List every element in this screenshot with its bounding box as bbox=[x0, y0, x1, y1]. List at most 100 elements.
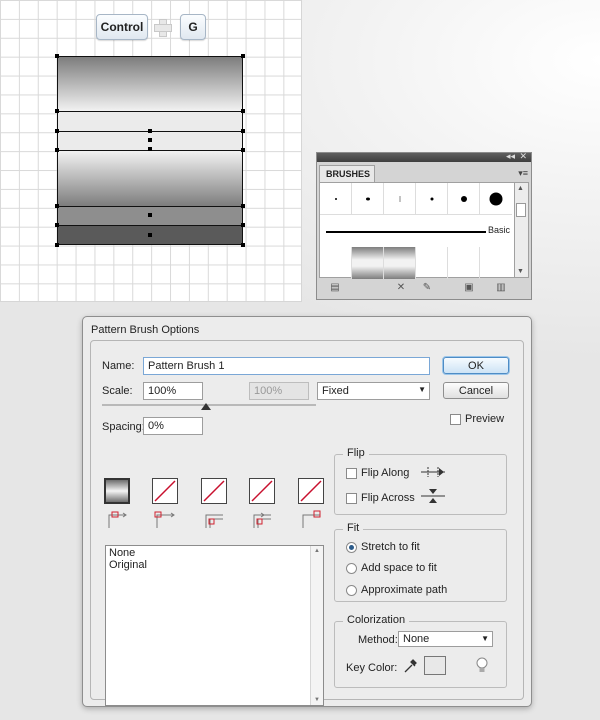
scale-input[interactable]: 100% bbox=[143, 382, 203, 400]
end-tile-icon bbox=[302, 510, 321, 528]
dialog-content: Name: Pattern Brush 1 OK Cancel Scale: 1… bbox=[90, 340, 524, 706]
center-point[interactable] bbox=[148, 129, 152, 133]
pattern-brush-swatch[interactable] bbox=[384, 247, 416, 279]
brush-swatch[interactable] bbox=[448, 183, 480, 215]
brush-swatch[interactable] bbox=[352, 183, 384, 215]
scale-mode-select[interactable]: Fixed ▼ bbox=[317, 382, 430, 400]
brush-libraries-icon[interactable]: ▤ bbox=[329, 282, 341, 293]
tile-pattern-list[interactable]: None Original ▲ ▼ bbox=[105, 545, 324, 706]
brush-swatch[interactable] bbox=[416, 247, 448, 279]
add-space-to-fit-radio[interactable] bbox=[346, 563, 357, 574]
collapse-icon[interactable]: ◂◂ bbox=[506, 151, 515, 162]
preview-label: Preview bbox=[465, 413, 505, 425]
center-point[interactable] bbox=[148, 147, 152, 151]
inner-corner-tile-icon bbox=[205, 514, 223, 528]
end-tile-button[interactable] bbox=[298, 478, 324, 504]
anchor-point[interactable] bbox=[55, 223, 59, 227]
list-item[interactable]: None bbox=[109, 547, 135, 559]
anchor-point[interactable] bbox=[241, 223, 245, 227]
method-value: None bbox=[403, 633, 430, 645]
basic-stroke-preview[interactable] bbox=[326, 231, 486, 233]
preview-checkbox[interactable] bbox=[450, 414, 461, 425]
key-color-swatch[interactable] bbox=[424, 656, 446, 675]
add-space-to-fit-label: Add space to fit bbox=[361, 562, 437, 574]
panel-footer: ▤ ✕ ✎ ▣ ▥ bbox=[319, 279, 529, 297]
anchor-point[interactable] bbox=[55, 148, 59, 152]
name-input[interactable]: Pattern Brush 1 bbox=[143, 357, 430, 375]
anchor-point[interactable] bbox=[55, 129, 59, 133]
object-top-section[interactable] bbox=[57, 56, 243, 112]
center-point[interactable] bbox=[148, 138, 152, 142]
dialog-title: Pattern Brush Options bbox=[91, 324, 200, 336]
tips-lightbulb-icon[interactable] bbox=[475, 657, 489, 674]
key-color-label: Key Color: bbox=[346, 662, 398, 674]
anchor-point[interactable] bbox=[55, 54, 59, 58]
brush-swatch[interactable] bbox=[320, 183, 352, 215]
center-point[interactable] bbox=[148, 233, 152, 237]
brush-swatch[interactable] bbox=[448, 247, 480, 279]
approximate-path-radio[interactable] bbox=[346, 585, 357, 596]
method-select[interactable]: None ▼ bbox=[398, 631, 493, 647]
delete-brush-icon[interactable]: ▥ bbox=[495, 282, 507, 293]
panel-menu-icon[interactable]: ▾≡ bbox=[518, 168, 528, 179]
anchor-point[interactable] bbox=[241, 54, 245, 58]
stretch-to-fit-radio[interactable] bbox=[346, 542, 357, 553]
close-icon[interactable]: ✕ bbox=[519, 151, 527, 162]
flip-along-checkbox[interactable] bbox=[346, 468, 357, 479]
anchor-point[interactable] bbox=[241, 243, 245, 247]
tab-brushes[interactable]: BRUSHES bbox=[319, 165, 375, 182]
flip-across-checkbox[interactable] bbox=[346, 493, 357, 504]
spacing-label: Spacing: bbox=[102, 421, 145, 433]
side-tile-button[interactable] bbox=[104, 478, 130, 504]
center-point[interactable] bbox=[148, 213, 152, 217]
scroll-up-icon[interactable]: ▲ bbox=[314, 548, 320, 554]
panel-titlebar[interactable]: ◂◂ ✕ bbox=[317, 151, 531, 162]
fit-group: Fit Stretch to fit Add space to fit Appr… bbox=[334, 522, 507, 602]
flip-along-label: Flip Along bbox=[361, 467, 410, 479]
control-key: Control bbox=[96, 14, 148, 40]
anchor-point[interactable] bbox=[241, 148, 245, 152]
brush-swatch[interactable] bbox=[384, 183, 416, 215]
anchor-point[interactable] bbox=[55, 243, 59, 247]
brush-list[interactable]: Basic bbox=[319, 182, 515, 279]
scroll-thumb[interactable] bbox=[516, 203, 526, 217]
g-key: G bbox=[180, 14, 206, 40]
brush-swatch[interactable] bbox=[416, 183, 448, 215]
list-item[interactable]: Original bbox=[109, 559, 147, 571]
anchor-point[interactable] bbox=[55, 204, 59, 208]
new-brush-icon[interactable]: ▣ bbox=[463, 282, 475, 293]
scroll-down-icon[interactable]: ▼ bbox=[314, 697, 320, 703]
brush-swatch[interactable] bbox=[320, 247, 352, 279]
ok-button[interactable]: OK bbox=[443, 357, 509, 374]
anchor-point[interactable] bbox=[241, 129, 245, 133]
flip-across-label: Flip Across bbox=[361, 492, 415, 504]
object-middle-section[interactable] bbox=[57, 150, 243, 207]
brush-options-icon[interactable]: ✎ bbox=[421, 282, 433, 293]
inner-corner-tile-button[interactable] bbox=[201, 478, 227, 504]
pattern-brush-swatch[interactable] bbox=[352, 247, 384, 279]
eyedropper-icon[interactable] bbox=[403, 658, 417, 674]
brushes-panel: ◂◂ ✕ BRUSHES ▾≡ Basic ▲ ▼ ▤ ✕ ✎ ▣ ▥ bbox=[316, 151, 532, 300]
plus-icon bbox=[154, 19, 172, 37]
anchor-point[interactable] bbox=[55, 109, 59, 113]
spacing-input[interactable]: 0% bbox=[143, 417, 203, 435]
outer-corner-tile-button[interactable] bbox=[152, 478, 178, 504]
scale-max-input: 100% bbox=[249, 382, 309, 400]
start-tile-icon bbox=[253, 512, 271, 528]
cancel-button[interactable]: Cancel bbox=[443, 382, 509, 399]
panel-scrollbar[interactable]: ▲ ▼ bbox=[515, 182, 529, 278]
flip-across-icon bbox=[421, 489, 445, 503]
fit-title: Fit bbox=[343, 522, 364, 534]
remove-stroke-icon[interactable]: ✕ bbox=[395, 282, 407, 293]
scale-slider-thumb[interactable] bbox=[201, 403, 211, 410]
anchor-point[interactable] bbox=[241, 109, 245, 113]
brush-swatch[interactable] bbox=[480, 247, 512, 279]
outer-corner-tile-icon bbox=[154, 511, 175, 528]
list-scrollbar[interactable]: ▲ ▼ bbox=[310, 546, 323, 705]
flip-title: Flip bbox=[343, 447, 369, 459]
anchor-point[interactable] bbox=[241, 204, 245, 208]
brush-swatch[interactable] bbox=[480, 183, 512, 215]
artboard-canvas[interactable]: Control G bbox=[0, 0, 302, 302]
start-tile-button[interactable] bbox=[249, 478, 275, 504]
approximate-path-label: Approximate path bbox=[361, 584, 448, 596]
